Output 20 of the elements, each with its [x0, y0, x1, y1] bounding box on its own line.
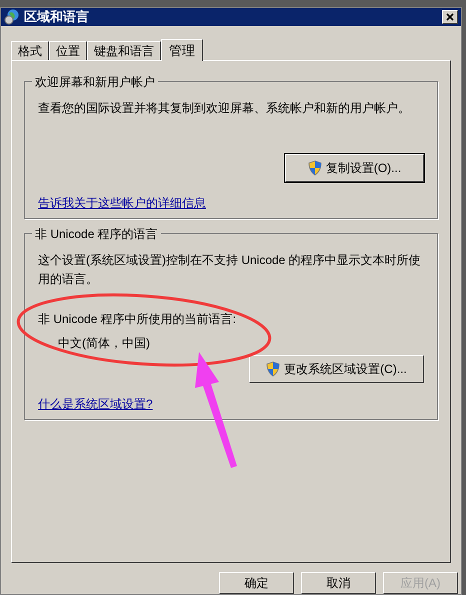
- description: 查看您的国际设置并将其复制到欢迎屏幕、系统帐户和新的用户帐户。: [38, 100, 411, 117]
- description: 这个设置(系统区域设置)控制在不支持 Unicode 的程序中显示文本时所使用的语言。: [38, 252, 422, 288]
- dialog-button[interactable]: 确定: [219, 572, 294, 594]
- shield-icon: [266, 361, 280, 377]
- shield-icon: [308, 160, 322, 176]
- tab[interactable]: 管理: [161, 39, 203, 61]
- help-link[interactable]: 什么是系统区域设置?: [38, 395, 153, 413]
- current-language-value: 中文(简体，中国): [58, 335, 150, 352]
- settings-button[interactable]: 复制设置(O)...: [285, 154, 424, 182]
- window-title: 区域和语言: [24, 8, 89, 26]
- close-icon: [446, 13, 454, 21]
- dialog-button[interactable]: 取消: [301, 572, 376, 594]
- help-link[interactable]: 告诉我关于这些帐户的详细信息: [38, 194, 206, 212]
- settings-button[interactable]: 更改系统区域设置(C)...: [249, 355, 424, 383]
- tab[interactable]: 位置: [49, 41, 87, 60]
- tab[interactable]: 键盘和语言: [87, 41, 161, 60]
- close-button[interactable]: [442, 10, 458, 24]
- current-language-label: 非 Unicode 程序中所使用的当前语言:: [38, 311, 236, 328]
- group-title: 欢迎屏幕和新用户帐户: [32, 73, 158, 91]
- tab[interactable]: 格式: [11, 41, 49, 60]
